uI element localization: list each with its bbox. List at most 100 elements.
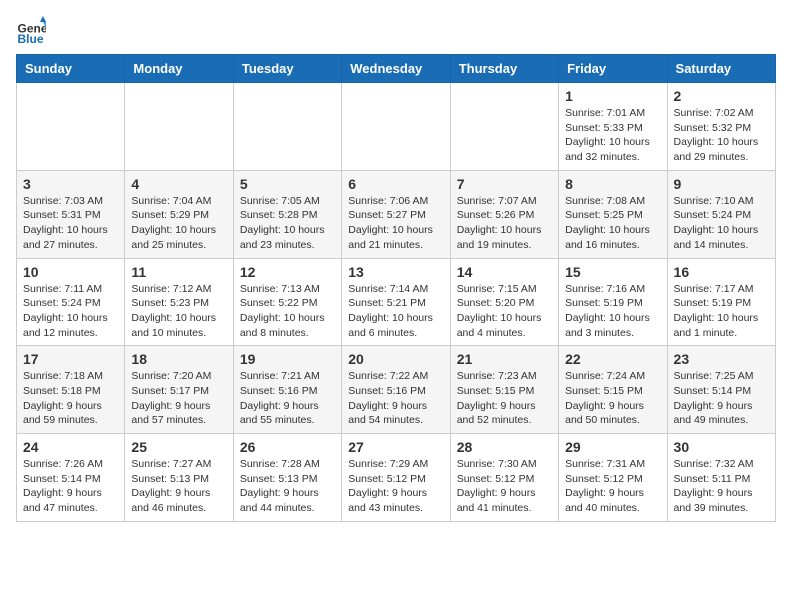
day-info: Sunrise: 7:07 AM Sunset: 5:26 PM Dayligh… <box>457 194 552 253</box>
calendar-cell: 30 Sunrise: 7:32 AM Sunset: 5:11 PM Dayli… <box>667 434 775 522</box>
day-info: Sunrise: 7:25 AM Sunset: 5:14 PM Dayligh… <box>674 369 769 428</box>
calendar-cell: 17 Sunrise: 7:18 AM Sunset: 5:18 PM Dayli… <box>17 346 125 434</box>
weekday-header-saturday: Saturday <box>667 55 775 83</box>
day-number: 29 <box>565 439 660 455</box>
calendar-cell: 26 Sunrise: 7:28 AM Sunset: 5:13 PM Dayli… <box>233 434 341 522</box>
day-number: 8 <box>565 176 660 192</box>
day-info: Sunrise: 7:12 AM Sunset: 5:23 PM Dayligh… <box>131 282 226 341</box>
day-info: Sunrise: 7:04 AM Sunset: 5:29 PM Dayligh… <box>131 194 226 253</box>
day-number: 7 <box>457 176 552 192</box>
day-number: 23 <box>674 351 769 367</box>
calendar-cell <box>450 83 558 171</box>
calendar-cell <box>233 83 341 171</box>
day-number: 6 <box>348 176 443 192</box>
page-header: General Blue <box>16 16 776 46</box>
day-number: 27 <box>348 439 443 455</box>
calendar-week-4: 17 Sunrise: 7:18 AM Sunset: 5:18 PM Dayli… <box>17 346 776 434</box>
day-number: 20 <box>348 351 443 367</box>
day-number: 11 <box>131 264 226 280</box>
calendar-cell: 11 Sunrise: 7:12 AM Sunset: 5:23 PM Dayli… <box>125 258 233 346</box>
day-info: Sunrise: 7:08 AM Sunset: 5:25 PM Dayligh… <box>565 194 660 253</box>
calendar-cell: 2 Sunrise: 7:02 AM Sunset: 5:32 PM Daylig… <box>667 83 775 171</box>
day-info: Sunrise: 7:21 AM Sunset: 5:16 PM Dayligh… <box>240 369 335 428</box>
day-info: Sunrise: 7:32 AM Sunset: 5:11 PM Dayligh… <box>674 457 769 516</box>
calendar-cell: 8 Sunrise: 7:08 AM Sunset: 5:25 PM Daylig… <box>559 170 667 258</box>
day-number: 5 <box>240 176 335 192</box>
day-number: 2 <box>674 88 769 104</box>
calendar-week-3: 10Sunrise: 7:11 AM Sunset: 5:24 PM Dayli… <box>17 258 776 346</box>
day-info: Sunrise: 7:13 AM Sunset: 5:22 PM Dayligh… <box>240 282 335 341</box>
calendar-cell: 3 Sunrise: 7:03 AM Sunset: 5:31 PM Daylig… <box>17 170 125 258</box>
calendar-cell: 19 Sunrise: 7:21 AM Sunset: 5:16 PM Dayli… <box>233 346 341 434</box>
day-number: 22 <box>565 351 660 367</box>
day-info: Sunrise: 7:31 AM Sunset: 5:12 PM Dayligh… <box>565 457 660 516</box>
calendar-cell: 14Sunrise: 7:15 AM Sunset: 5:20 PM Dayli… <box>450 258 558 346</box>
calendar-cell: 16 Sunrise: 7:17 AM Sunset: 5:19 PM Dayli… <box>667 258 775 346</box>
calendar-cell: 15 Sunrise: 7:16 AM Sunset: 5:19 PM Dayli… <box>559 258 667 346</box>
day-number: 17 <box>23 351 118 367</box>
day-info: Sunrise: 7:02 AM Sunset: 5:32 PM Dayligh… <box>674 106 769 165</box>
day-info: Sunrise: 7:30 AM Sunset: 5:12 PM Dayligh… <box>457 457 552 516</box>
calendar-cell <box>17 83 125 171</box>
day-info: Sunrise: 7:22 AM Sunset: 5:16 PM Dayligh… <box>348 369 443 428</box>
day-number: 24 <box>23 439 118 455</box>
calendar-cell: 24 Sunrise: 7:26 AM Sunset: 5:14 PM Dayli… <box>17 434 125 522</box>
day-number: 26 <box>240 439 335 455</box>
day-info: Sunrise: 7:17 AM Sunset: 5:19 PM Dayligh… <box>674 282 769 341</box>
day-info: Sunrise: 7:01 AM Sunset: 5:33 PM Dayligh… <box>565 106 660 165</box>
calendar-header-row: SundayMondayTuesdayWednesdayThursdayFrid… <box>17 55 776 83</box>
day-info: Sunrise: 7:26 AM Sunset: 5:14 PM Dayligh… <box>23 457 118 516</box>
svg-text:Blue: Blue <box>18 32 44 46</box>
day-number: 30 <box>674 439 769 455</box>
calendar-cell: 28 Sunrise: 7:30 AM Sunset: 5:12 PM Dayli… <box>450 434 558 522</box>
calendar-cell <box>342 83 450 171</box>
calendar-cell: 23 Sunrise: 7:25 AM Sunset: 5:14 PM Dayli… <box>667 346 775 434</box>
calendar-cell: 4 Sunrise: 7:04 AM Sunset: 5:29 PM Daylig… <box>125 170 233 258</box>
calendar-cell: 13Sunrise: 7:14 AM Sunset: 5:21 PM Dayli… <box>342 258 450 346</box>
weekday-header-wednesday: Wednesday <box>342 55 450 83</box>
calendar-cell: 27 Sunrise: 7:29 AM Sunset: 5:12 PM Dayli… <box>342 434 450 522</box>
calendar-cell: 6 Sunrise: 7:06 AM Sunset: 5:27 PM Daylig… <box>342 170 450 258</box>
day-number: 13 <box>348 264 443 280</box>
day-info: Sunrise: 7:11 AM Sunset: 5:24 PM Dayligh… <box>23 282 118 341</box>
calendar-cell: 20 Sunrise: 7:22 AM Sunset: 5:16 PM Dayli… <box>342 346 450 434</box>
calendar-cell: 9 Sunrise: 7:10 AM Sunset: 5:24 PM Daylig… <box>667 170 775 258</box>
weekday-header-tuesday: Tuesday <box>233 55 341 83</box>
calendar-cell: 12 Sunrise: 7:13 AM Sunset: 5:22 PM Dayli… <box>233 258 341 346</box>
calendar-cell: 5Sunrise: 7:05 AM Sunset: 5:28 PM Daylig… <box>233 170 341 258</box>
day-number: 16 <box>674 264 769 280</box>
calendar-cell: 29 Sunrise: 7:31 AM Sunset: 5:12 PM Dayli… <box>559 434 667 522</box>
day-number: 21 <box>457 351 552 367</box>
logo: General Blue <box>16 16 46 46</box>
calendar-week-5: 24 Sunrise: 7:26 AM Sunset: 5:14 PM Dayli… <box>17 434 776 522</box>
day-number: 18 <box>131 351 226 367</box>
day-info: Sunrise: 7:10 AM Sunset: 5:24 PM Dayligh… <box>674 194 769 253</box>
calendar-week-1: 1 Sunrise: 7:01 AM Sunset: 5:33 PM Daylig… <box>17 83 776 171</box>
day-info: Sunrise: 7:27 AM Sunset: 5:13 PM Dayligh… <box>131 457 226 516</box>
calendar-cell: 22 Sunrise: 7:24 AM Sunset: 5:15 PM Dayli… <box>559 346 667 434</box>
day-number: 19 <box>240 351 335 367</box>
day-number: 28 <box>457 439 552 455</box>
weekday-header-monday: Monday <box>125 55 233 83</box>
calendar-cell: 25Sunrise: 7:27 AM Sunset: 5:13 PM Dayli… <box>125 434 233 522</box>
day-info: Sunrise: 7:23 AM Sunset: 5:15 PM Dayligh… <box>457 369 552 428</box>
calendar-table: SundayMondayTuesdayWednesdayThursdayFrid… <box>16 54 776 522</box>
calendar-cell: 10Sunrise: 7:11 AM Sunset: 5:24 PM Dayli… <box>17 258 125 346</box>
weekday-header-thursday: Thursday <box>450 55 558 83</box>
day-number: 4 <box>131 176 226 192</box>
day-number: 15 <box>565 264 660 280</box>
calendar-cell <box>125 83 233 171</box>
day-number: 1 <box>565 88 660 104</box>
day-info: Sunrise: 7:29 AM Sunset: 5:12 PM Dayligh… <box>348 457 443 516</box>
day-info: Sunrise: 7:28 AM Sunset: 5:13 PM Dayligh… <box>240 457 335 516</box>
day-info: Sunrise: 7:18 AM Sunset: 5:18 PM Dayligh… <box>23 369 118 428</box>
day-info: Sunrise: 7:03 AM Sunset: 5:31 PM Dayligh… <box>23 194 118 253</box>
day-number: 12 <box>240 264 335 280</box>
day-number: 9 <box>674 176 769 192</box>
day-info: Sunrise: 7:15 AM Sunset: 5:20 PM Dayligh… <box>457 282 552 341</box>
day-info: Sunrise: 7:06 AM Sunset: 5:27 PM Dayligh… <box>348 194 443 253</box>
calendar-cell: 21 Sunrise: 7:23 AM Sunset: 5:15 PM Dayli… <box>450 346 558 434</box>
day-info: Sunrise: 7:16 AM Sunset: 5:19 PM Dayligh… <box>565 282 660 341</box>
day-info: Sunrise: 7:24 AM Sunset: 5:15 PM Dayligh… <box>565 369 660 428</box>
day-number: 3 <box>23 176 118 192</box>
